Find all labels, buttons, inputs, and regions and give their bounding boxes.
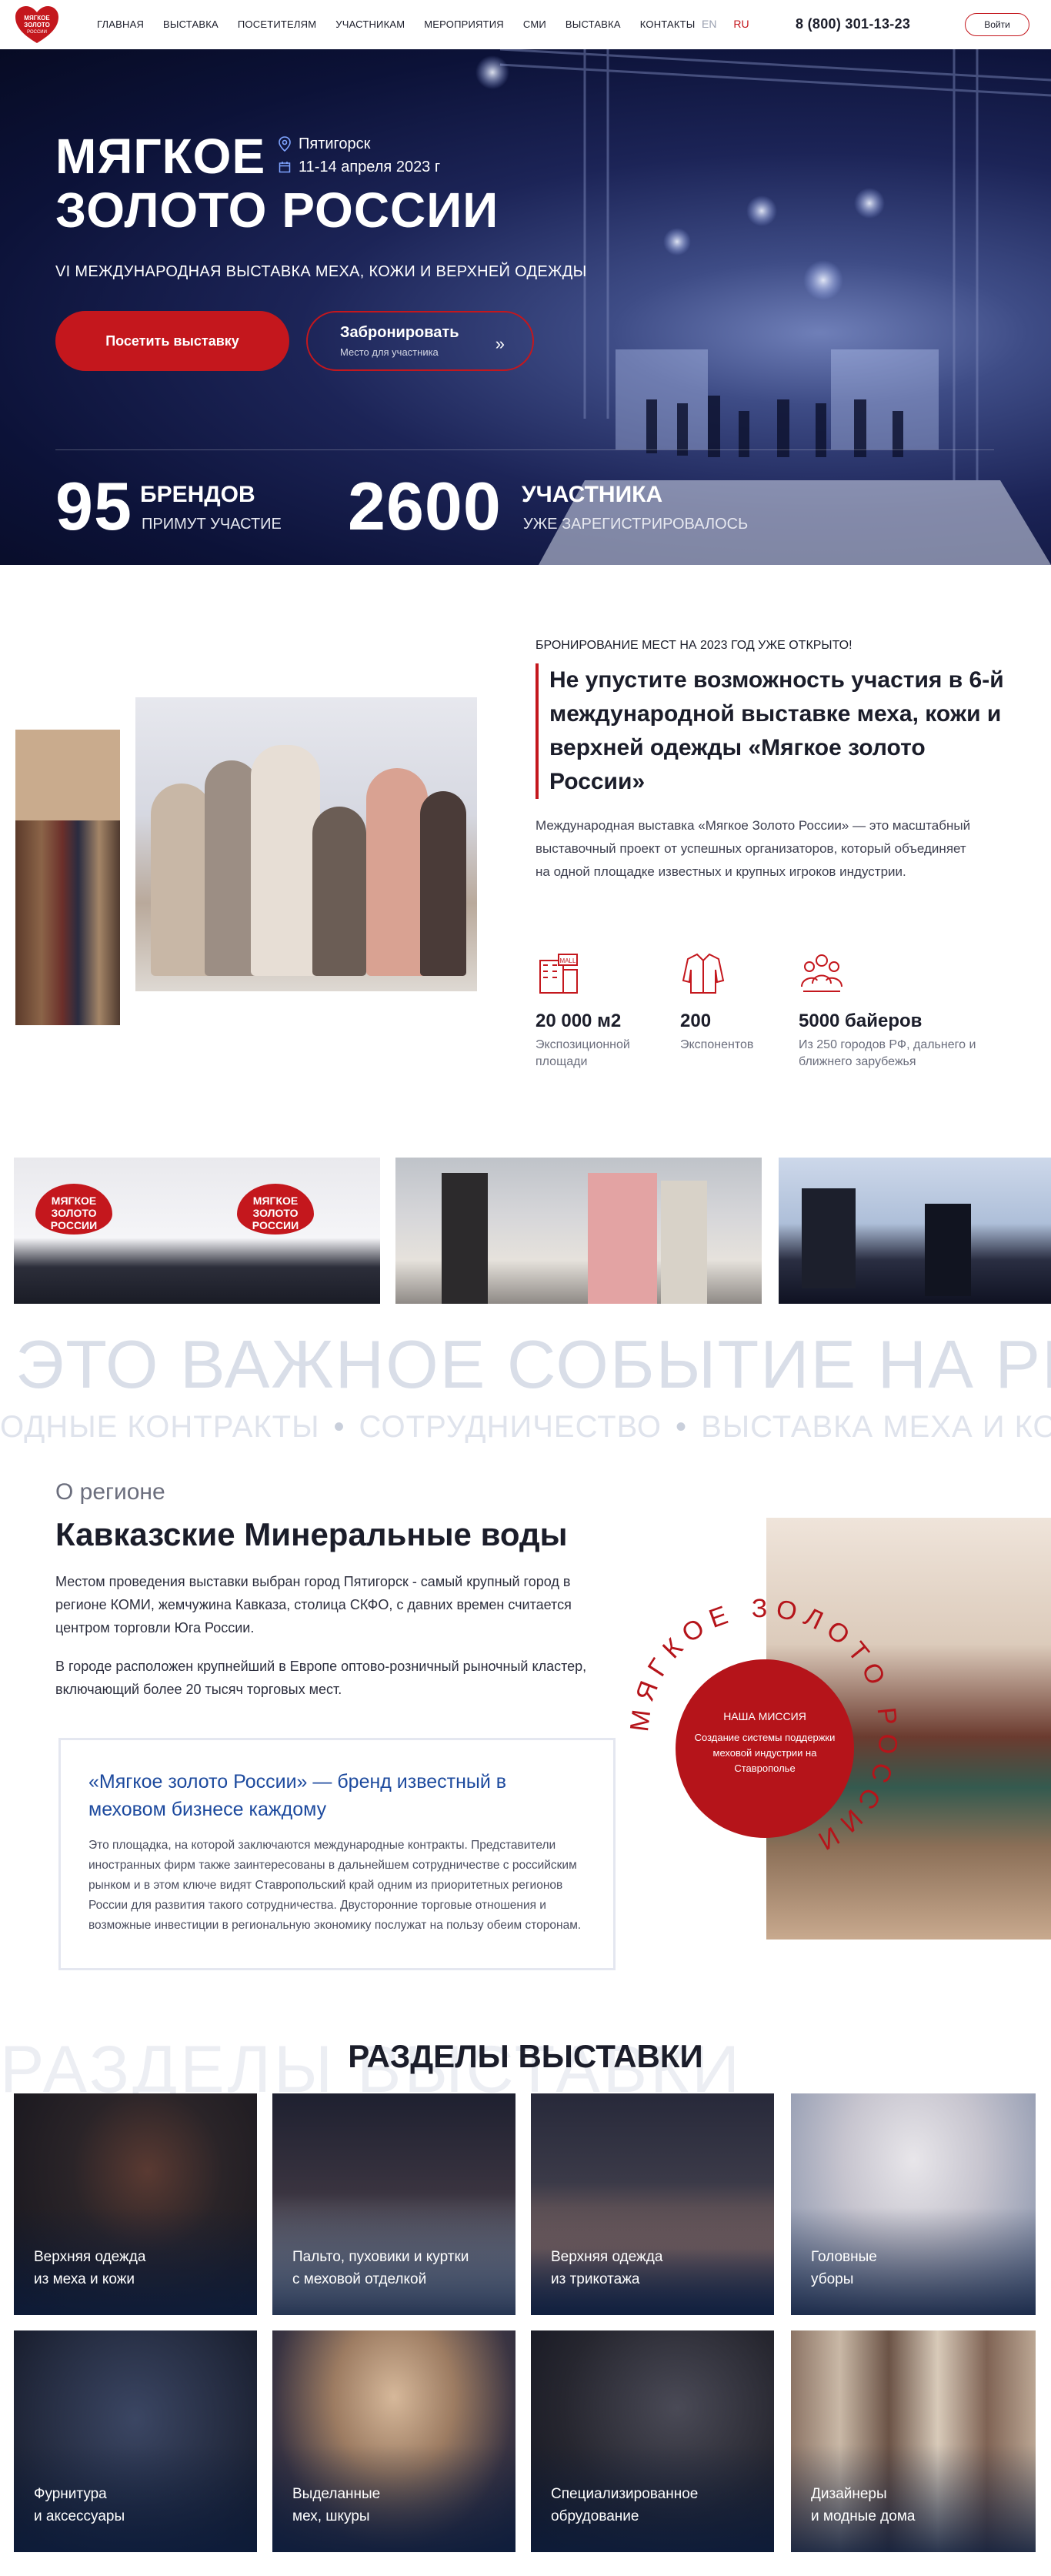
- marquee-item: ВЫСТАВКА МЕХА И КОЖИ: [701, 1410, 1051, 1444]
- region-kicker: О регионе: [55, 1479, 165, 1505]
- mission-label: НАША МИССИЯ: [723, 1710, 806, 1722]
- nav-item-8[interactable]: КОНТАКТЫ: [640, 18, 696, 30]
- gallery-photo-3: [779, 1158, 1051, 1304]
- svg-text:РОССИИ: РОССИИ: [27, 30, 47, 35]
- stat-brands-label: БРЕНДОВ: [140, 482, 255, 507]
- section-card-accessories[interactable]: Фурнитура и аксессуары: [14, 2330, 257, 2552]
- svg-text:МЯГКОЕ: МЯГКОЕ: [24, 15, 50, 22]
- section-card-outerwear-fur[interactable]: Верхняя одежда из меха и кожи: [14, 2093, 257, 2315]
- coats-rack-photo: [15, 730, 120, 1025]
- site-header: МЯГКОЕ ЗОЛОТО РОССИИ ГЛАВНАЯ ВЫСТАВКА ПОСЕ…: [0, 0, 1051, 49]
- feature-area-caption: Экспозиционной площади: [536, 1038, 630, 1068]
- stat-participants-label: УЧАСТНИКА: [522, 482, 663, 507]
- hero-banner: МЯГКОЕ ЗОЛОТО РОССИИ Пятигорск 11-14 апр…: [0, 49, 1051, 565]
- hero-subtitle: VI МЕЖДУНАРОДНАЯ ВЫСТАВКА МЕХА, КОЖИ И В…: [55, 263, 587, 280]
- main-nav: ГЛАВНАЯ ВЫСТАВКА ПОСЕТИТЕЛЯМ УЧАСТНИКАМ МЕРО…: [97, 18, 714, 30]
- event-dates: 11-14 апреля 2023 г: [299, 159, 441, 175]
- coat-icon: [682, 953, 725, 994]
- svg-text:ЗОЛОТО: ЗОЛОТО: [24, 22, 50, 28]
- location-pin-icon: [279, 136, 291, 152]
- nav-item-6[interactable]: СМИ: [523, 18, 546, 30]
- event-location: Пятигорск: [279, 132, 440, 155]
- svg-text:MALL: MALL: [560, 957, 576, 964]
- feature-area: MALL 20 000 м2 Экспозиционной площади: [536, 950, 651, 1071]
- brand-heart-text-2: МЯГКОЕ ЗОЛОТО РОССИИ: [252, 1194, 299, 1231]
- language-switcher: EN RU: [702, 18, 763, 30]
- feature-exhibitors-caption: Экспонентов: [680, 1038, 754, 1051]
- nav-item-1[interactable]: ГЛАВНАЯ: [97, 18, 144, 30]
- people-icon: [801, 954, 842, 992]
- brand-info-box: «Мягкое золото России» — бренд известный…: [58, 1738, 616, 1970]
- gallery-photo-1: МЯГКОЕ ЗОЛОТО РОССИИ МЯГКОЕ ЗОЛОТО РОССИ…: [14, 1158, 380, 1304]
- marquee-item: ОДНЫЕ КОНТРАКТЫ: [0, 1410, 320, 1444]
- sections-title: РАЗДЕЛЫ ВЫСТАВКИ: [348, 2038, 703, 2074]
- section-card-label: Верхняя одежда из трикотажа: [551, 2249, 663, 2287]
- feature-area-value: 20 000 м2: [536, 1011, 622, 1031]
- login-button[interactable]: Войти: [965, 13, 1029, 36]
- brand-box-title: «Мягкое золото России» — бренд известный…: [88, 1771, 507, 1820]
- marquee-headline: ЭТО ВАЖНОЕ СОБЫТИЕ НА РЫНКЕ: [15, 1326, 1051, 1402]
- brand-logo[interactable]: МЯГКОЕ ЗОЛОТО РОССИИ: [14, 5, 60, 45]
- section-card-knitwear[interactable]: Верхняя одежда из трикотажа: [531, 2093, 774, 2315]
- section-card-headwear[interactable]: Головные уборы: [791, 2093, 1036, 2315]
- book-place-button[interactable]: Забронировать Место для участника »: [306, 311, 534, 371]
- lang-en[interactable]: EN: [702, 18, 716, 30]
- mission-badge: НАША МИССИЯ Создание системы поддержки м…: [676, 1659, 854, 1838]
- nav-item-5[interactable]: МЕРОПРИЯТИЯ: [424, 18, 504, 30]
- region-title: Кавказские Минеральные воды: [55, 1516, 568, 1552]
- section-card-label: Пальто, пуховики и куртки с меховой отдел…: [292, 2249, 469, 2287]
- section-card-label: Выделанные мех, шкуры: [292, 2486, 381, 2524]
- about-title: Не упустите возможность участия в 6-й ме…: [536, 663, 1005, 799]
- section-card-label: Фурнитура и аксессуары: [34, 2486, 125, 2524]
- section-card-equipment[interactable]: Специализированное обрудование: [531, 2330, 774, 2552]
- feature-buyers: 5000 байеров Из 250 городов РФ, дальнего…: [799, 950, 1006, 1071]
- marquee-keywords: ОДНЫЕ КОНТРАКТЫ • СОТРУДНИЧЕСТВО • ВЫСТАВКА …: [0, 1410, 1051, 1445]
- gallery-photo-2: [395, 1158, 762, 1304]
- event-city: Пятигорск: [299, 135, 371, 152]
- visit-exhibition-button[interactable]: Посетить выставку: [55, 311, 289, 371]
- hero-title-line2: ЗОЛОТО РОССИИ: [55, 182, 499, 238]
- region-paragraph-1: Местом проведения выставки выбран город …: [55, 1574, 572, 1635]
- event-date: 11-14 апреля 2023 г: [279, 155, 440, 179]
- runway-models-photo: [135, 697, 477, 991]
- brand-heart-text: МЯГКОЕ ЗОЛОТО РОССИИ: [50, 1194, 98, 1231]
- region-paragraph-2: В городе расположен крупнейший в Европе …: [55, 1659, 587, 1697]
- section-card-label: Специализированное обрудование: [551, 2486, 699, 2524]
- mall-icon: MALL: [539, 954, 578, 994]
- feature-exhibitors: 200 Экспонентов: [680, 950, 753, 1054]
- lang-ru[interactable]: RU: [733, 18, 749, 30]
- section-card-label: Дизайнеры и модные дома: [811, 2486, 916, 2524]
- double-chevron-right-icon: »: [495, 334, 505, 353]
- section-card-coats-jackets[interactable]: Пальто, пуховики и куртки с меховой отдел…: [272, 2093, 515, 2315]
- section-card-processed-fur[interactable]: Выделанные мех, шкуры: [272, 2330, 515, 2552]
- brand-box-text: Это площадка, на которой заключаются меж…: [88, 1839, 582, 1932]
- nav-item-3[interactable]: ПОСЕТИТЕЛЯМ: [238, 18, 316, 30]
- hero-divider: [55, 449, 994, 450]
- brand-heart-logo-2: МЯГКОЕ ЗОЛОТО РОССИИ: [237, 1184, 314, 1235]
- nav-item-2[interactable]: ВЫСТАВКА: [163, 18, 219, 30]
- stat-brands: 95 БРЕНДОВ ПРИМУТ УЧАСТИЕ: [55, 468, 282, 544]
- about-description: Международная выставка «Мягкое Золото Ро…: [536, 818, 971, 879]
- feature-buyers-caption: Из 250 городов РФ, дальнего и ближнего з…: [799, 1038, 976, 1068]
- stat-brands-caption: ПРИМУТ УЧАСТИЕ: [142, 516, 282, 533]
- stat-participants-caption: УЖЕ ЗАРЕГИСТРИРОВАЛОСЬ: [523, 516, 749, 533]
- stat-participants-number: 2600: [348, 468, 502, 544]
- marquee-item: СОТРУДНИЧЕСТВО: [359, 1410, 662, 1444]
- nav-item-7[interactable]: ВЫСТАВКА: [566, 18, 621, 30]
- calendar-icon: [279, 162, 291, 173]
- feature-buyers-value: 5000 байеров: [799, 1011, 923, 1031]
- section-card-label: Верхняя одежда из меха и кожи: [34, 2249, 146, 2287]
- stat-participants: 2600 УЧАСТНИКА УЖЕ ЗАРЕГИСТРИРОВАЛОСЬ: [348, 468, 748, 544]
- section-card-designers[interactable]: Дизайнеры и модные дома: [791, 2330, 1036, 2552]
- nav-item-4[interactable]: УЧАСТНИКАМ: [335, 18, 405, 30]
- phone-number[interactable]: 8 (800) 301-13-23: [796, 16, 910, 32]
- event-meta: Пятигорск 11-14 апреля 2023 г: [279, 132, 440, 179]
- brand-heart-logo: МЯГКОЕ ЗОЛОТО РОССИИ: [35, 1184, 112, 1235]
- section-card-label: Головные уборы: [811, 2249, 877, 2287]
- mission-text: Создание системы поддержки меховой индус…: [694, 1732, 836, 1774]
- feature-exhibitors-value: 200: [680, 1011, 712, 1031]
- stat-brands-number: 95: [55, 468, 132, 544]
- booking-open-kicker: БРОНИРОВАНИЕ МЕСТ НА 2023 ГОД УЖЕ ОТКРЫТ…: [536, 639, 852, 652]
